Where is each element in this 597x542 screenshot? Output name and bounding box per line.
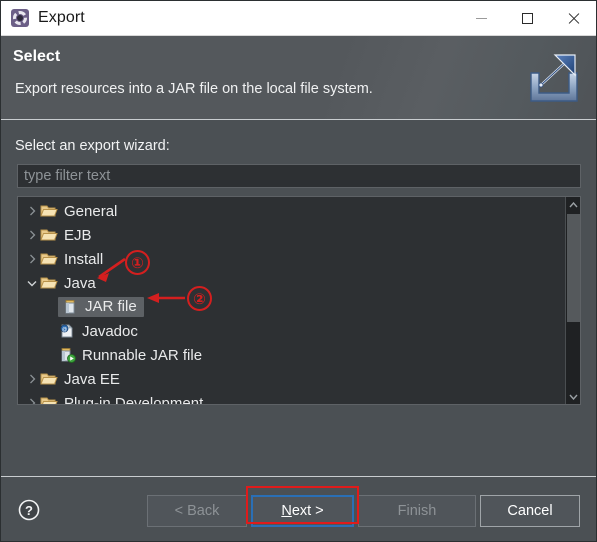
tree-body[interactable]: General EJB Install Java JAR file @ Javadoc Run…: [18, 197, 565, 404]
tree-item-label: Plug-in Development: [64, 394, 204, 405]
tree-item-content: Java: [40, 275, 96, 292]
next-button-mnemonic: N: [281, 503, 292, 519]
finish-button-label: Finish: [397, 503, 437, 519]
tree-item-label: Java EE: [64, 370, 120, 388]
help-icon[interactable]: ?: [18, 499, 40, 521]
tree-item-install[interactable]: Install: [18, 247, 565, 271]
tree-item-content: Install: [40, 251, 103, 268]
title-bar: Export: [1, 1, 596, 36]
chevron-right-icon[interactable]: [24, 398, 40, 404]
wizard-tree[interactable]: General EJB Install Java JAR file @ Javadoc Run…: [17, 196, 581, 405]
tree-item-label: General: [64, 202, 118, 220]
chevron-right-icon[interactable]: [24, 374, 40, 384]
tree-item-general[interactable]: General: [18, 199, 565, 223]
tree-item-ejb[interactable]: EJB: [18, 223, 565, 247]
tree-item-jar-file[interactable]: JAR file: [18, 295, 565, 319]
tree-item-label: Javadoc: [82, 322, 138, 340]
folder-icon: [40, 371, 58, 387]
jar-file-icon: [61, 299, 79, 315]
wizard-footer: ? < Back Next > Finish Cancel: [1, 478, 596, 541]
window-controls: [458, 1, 596, 35]
tree-item-label: JAR file: [85, 298, 137, 315]
javadoc-icon: @: [58, 323, 76, 339]
maximize-button[interactable]: [504, 1, 550, 35]
tree-item-label: Runnable JAR file: [82, 346, 203, 364]
cancel-button[interactable]: Cancel: [480, 495, 580, 527]
tree-item-content: Runnable JAR file: [58, 347, 202, 364]
folder-icon: [40, 227, 58, 243]
svg-text:?: ?: [25, 503, 33, 518]
filter-input[interactable]: [17, 164, 581, 188]
tree-item-label: Java: [64, 274, 96, 292]
tree-item-content: JAR file: [58, 297, 144, 317]
finish-button[interactable]: Finish: [358, 495, 476, 527]
chevron-down-icon[interactable]: [566, 389, 581, 404]
tree-item-content: Plug-in Development: [40, 394, 204, 405]
svg-text:@: @: [62, 327, 67, 333]
tree-item-content: General: [40, 203, 117, 220]
minimize-button[interactable]: [458, 1, 504, 35]
section-label: Select an export wizard:: [15, 138, 170, 154]
chevron-right-icon[interactable]: [24, 254, 40, 264]
tree-item-java-ee[interactable]: Java EE: [18, 367, 565, 391]
back-button[interactable]: < Back: [147, 495, 247, 527]
page-title: Select: [13, 48, 61, 65]
next-button-label: ext >: [291, 503, 324, 519]
back-button-label: < Back: [174, 503, 220, 519]
tree-scrollbar[interactable]: [565, 197, 580, 404]
cancel-button-label: Cancel: [507, 503, 553, 519]
tree-item-java[interactable]: Java: [18, 271, 565, 295]
body-divider: [1, 476, 596, 477]
close-icon: [567, 12, 580, 25]
export-wizard-icon: [525, 51, 583, 107]
folder-icon: [40, 251, 58, 267]
runnable-jar-icon: [58, 347, 76, 363]
chevron-right-icon[interactable]: [24, 206, 40, 216]
wizard-body: Select an export wizard: General EJB Insta…: [1, 120, 596, 477]
maximize-icon: [521, 12, 533, 24]
chevron-up-icon[interactable]: [566, 197, 581, 212]
export-dialog: Export Select Export resources into a JA…: [0, 0, 597, 542]
folder-icon: [40, 275, 58, 291]
tree-item-plug-in-development[interactable]: Plug-in Development: [18, 391, 565, 404]
wizard-header: Select Export resources into a JAR file …: [1, 36, 596, 120]
minimize-icon: [475, 17, 487, 19]
scrollbar-thumb[interactable]: [567, 214, 580, 322]
folder-icon: [40, 203, 58, 219]
close-button[interactable]: [550, 1, 596, 35]
tree-item-label: EJB: [64, 226, 92, 244]
tree-item-content: Java EE: [40, 371, 120, 388]
tree-item-label: Install: [64, 250, 104, 268]
tree-item-runnable-jar-file[interactable]: Runnable JAR file: [18, 343, 565, 367]
tree-item-content: @ Javadoc: [58, 323, 138, 340]
tree-item-javadoc[interactable]: @ Javadoc: [18, 319, 565, 343]
next-button[interactable]: Next >: [251, 495, 354, 527]
folder-icon: [40, 395, 58, 404]
tree-item-content: EJB: [40, 227, 92, 244]
eclipse-wizard-icon: [11, 9, 29, 27]
page-description: Export resources into a JAR file on the …: [15, 81, 373, 97]
window-title: Export: [38, 9, 85, 26]
chevron-down-icon[interactable]: [24, 280, 40, 287]
chevron-right-icon[interactable]: [24, 230, 40, 240]
